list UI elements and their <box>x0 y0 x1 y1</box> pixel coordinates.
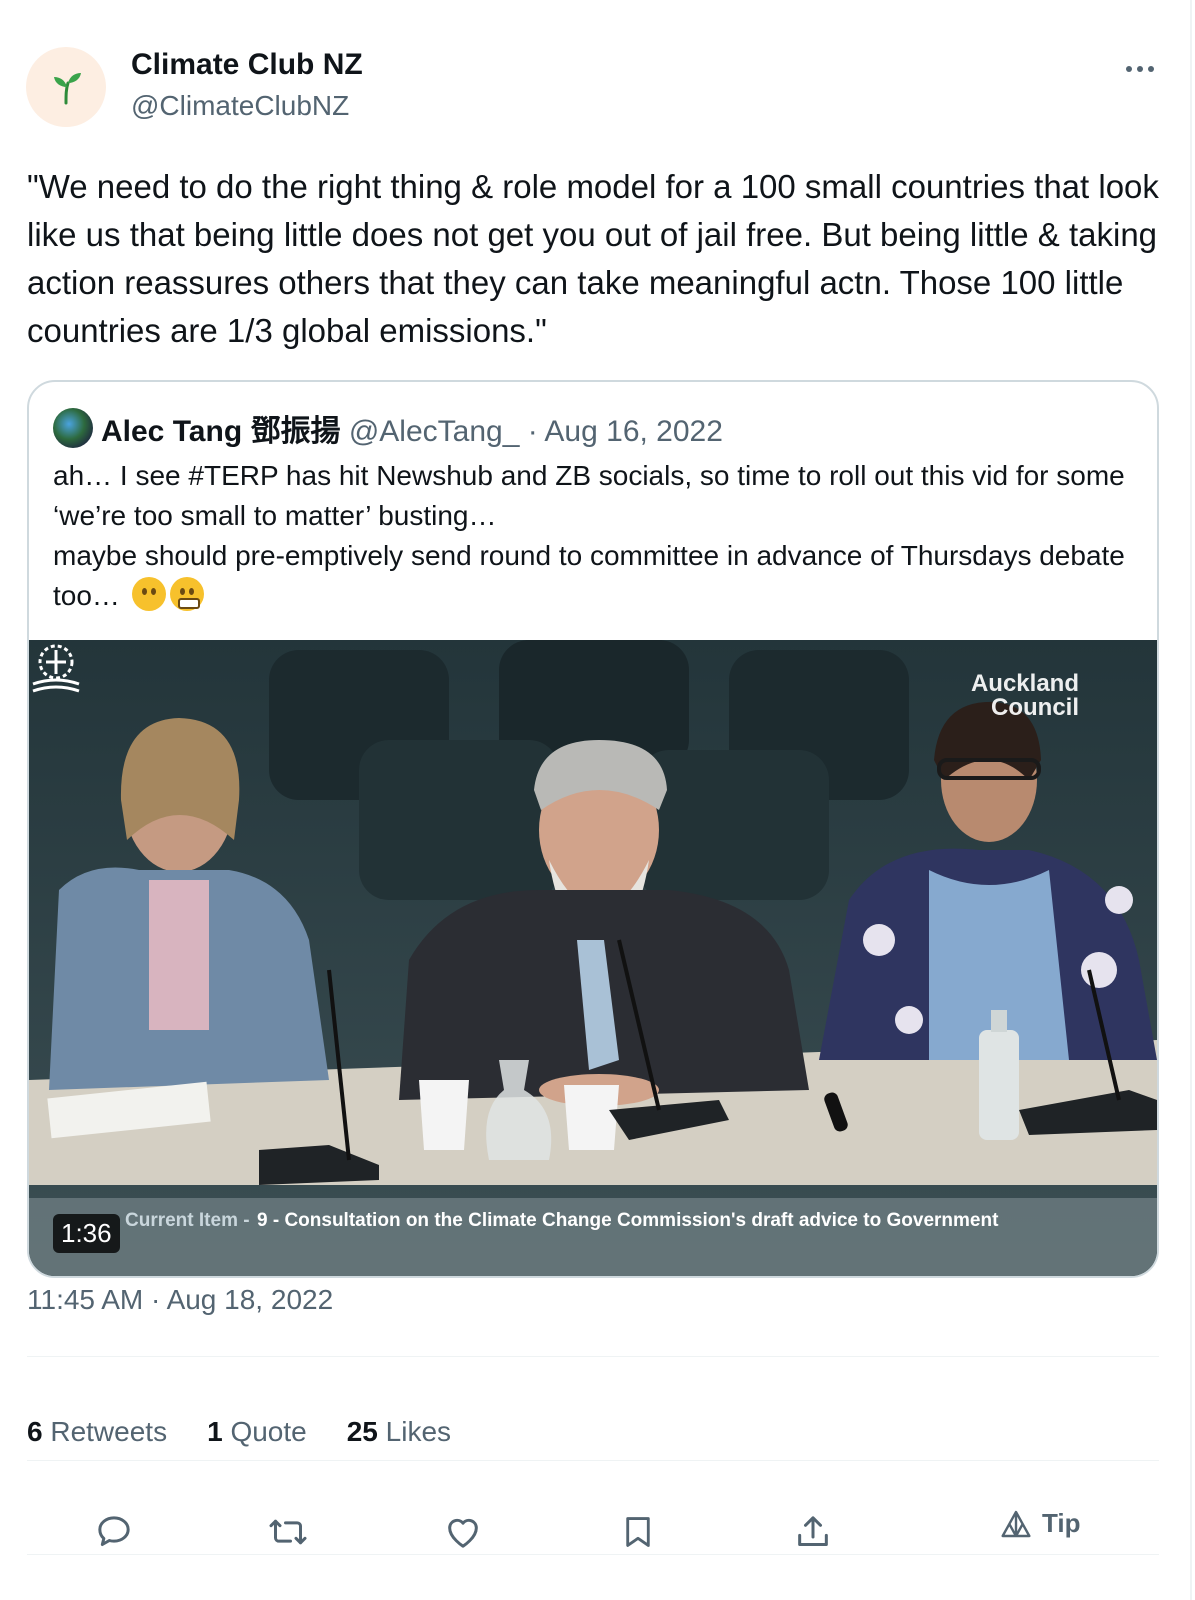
retweet-icon <box>269 1519 307 1545</box>
tip-label: Tip <box>1042 1508 1081 1538</box>
bookmark-button[interactable] <box>616 1510 660 1554</box>
reply-icon <box>98 1516 130 1546</box>
retweets-count: 6 <box>27 1416 43 1447</box>
caption-text: 9 - Consultation on the Climate Change C… <box>257 1210 999 1231</box>
quoted-tweet-text: ah… I see #TERP has hit Newshub and ZB s… <box>53 456 1133 616</box>
quoted-text-line-2-wrap: maybe should pre-emptively send round to… <box>53 536 1133 616</box>
quotes-count: 1 <box>207 1416 223 1447</box>
divider <box>27 1356 1159 1357</box>
retweets-stat[interactable]: 6 Retweets <box>27 1416 167 1448</box>
caption-label: Current Item - <box>125 1210 250 1231</box>
bookmark-icon <box>626 1517 650 1547</box>
brand-line-2: Council <box>991 694 1079 721</box>
quoted-tweet-header: Alec Tang 鄧振揚 @AlecTang_ · Aug 16, 2022 <box>101 406 723 450</box>
retweets-label: Retweets <box>50 1416 168 1447</box>
author-name[interactable]: Climate Club NZ <box>131 48 363 82</box>
video-frame <box>29 640 1157 1276</box>
likes-count: 25 <box>346 1416 378 1447</box>
share-icon <box>798 1516 828 1546</box>
page-edge-divider <box>1190 0 1192 1600</box>
tweet-timestamp[interactable]: 11:45 AM · Aug 18, 2022 <box>27 1284 333 1316</box>
thinking-face-icon <box>131 577 166 611</box>
quoted-author-avatar <box>53 408 93 448</box>
video-caption-bar: Current Item - 9 - Consultation on the C… <box>29 1198 1157 1276</box>
grimacing-face-icon <box>169 577 204 611</box>
quoted-tweet-date: Aug 16, 2022 <box>544 415 723 448</box>
divider <box>27 1554 1159 1555</box>
quotes-stat[interactable]: 1 Quote <box>207 1416 307 1448</box>
share-button[interactable] <box>791 1510 835 1554</box>
quoted-tweet-card[interactable]: Alec Tang 鄧振揚 @AlecTang_ · Aug 16, 2022 … <box>27 380 1159 1278</box>
engagement-stats: 6 Retweets 1 Quote 25 Likes <box>27 1416 451 1448</box>
author-handle[interactable]: @ClimateClubNZ <box>131 90 349 122</box>
quoted-author-name: Alec Tang 鄧振揚 <box>101 415 341 448</box>
video-brand-logo: Auckland Council <box>971 672 1079 720</box>
more-options-icon[interactable] <box>1120 54 1160 84</box>
quoted-author-handle: @AlecTang_ <box>348 415 520 448</box>
likes-label: Likes <box>385 1416 452 1447</box>
tip-button[interactable]: Tip <box>1000 1508 1081 1539</box>
retweet-button[interactable] <box>266 1510 310 1554</box>
tip-icon <box>1001 1510 1031 1537</box>
like-button[interactable] <box>441 1510 485 1554</box>
brand-line-1: Auckland <box>970 670 1079 697</box>
quoted-text-line-2: maybe should pre-emptively send round to… <box>53 540 1125 611</box>
meta-separator: · <box>527 415 538 448</box>
seedling-icon <box>54 73 81 105</box>
tweet-text: "We need to do the right thing & role mo… <box>27 168 1159 349</box>
reply-button[interactable] <box>92 1510 136 1554</box>
quoted-text-line-1: ah… I see #TERP has hit Newshub and ZB s… <box>53 460 1125 531</box>
quotes-label: Quote <box>230 1416 307 1447</box>
heart-icon <box>448 1518 478 1548</box>
council-emblem-icon <box>32 644 80 693</box>
video-duration-badge: 1:36 <box>53 1214 120 1253</box>
divider <box>27 1460 1159 1461</box>
video-player[interactable]: Auckland Council Current Item - 9 - Cons… <box>29 640 1157 1276</box>
author-avatar[interactable] <box>26 47 106 127</box>
likes-stat[interactable]: 25 Likes <box>347 1416 451 1448</box>
